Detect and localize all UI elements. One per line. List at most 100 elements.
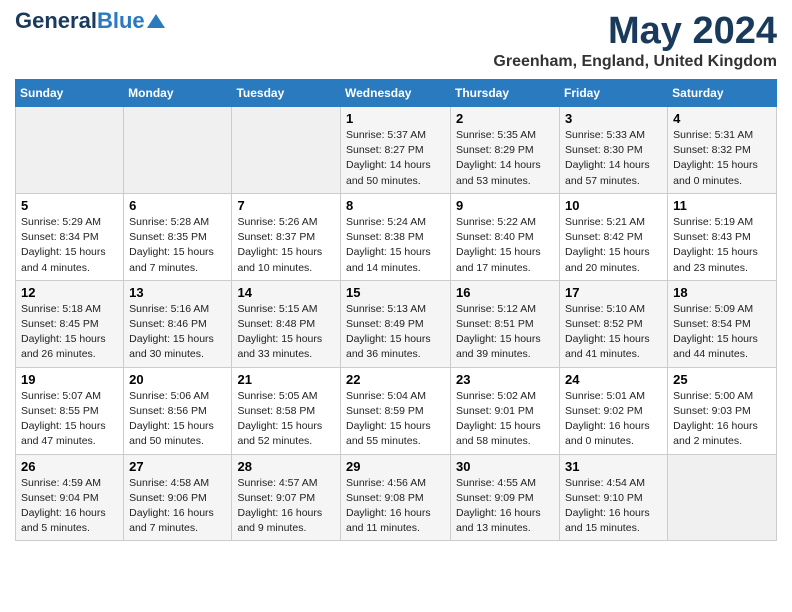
day-number: 18	[673, 285, 771, 300]
day-number: 10	[565, 198, 662, 213]
weekday-header-thursday: Thursday	[451, 80, 560, 107]
calendar-week-row: 12 Sunrise: 5:18 AM Sunset: 8:45 PM Dayli…	[16, 280, 777, 367]
calendar-cell: 22 Sunrise: 5:04 AM Sunset: 8:59 PM Dayli…	[341, 367, 451, 454]
weekday-header-friday: Friday	[560, 80, 668, 107]
calendar-cell: 11Sunrise: 5:19 AM Sunset: 8:43 PM Dayli…	[668, 193, 777, 280]
day-number: 7	[237, 198, 335, 213]
calendar-cell: 28 Sunrise: 4:57 AM Sunset: 9:07 PM Dayli…	[232, 454, 341, 541]
calendar-week-row: 26 Sunrise: 4:59 AM Sunset: 9:04 PM Dayli…	[16, 454, 777, 541]
day-number: 1	[346, 111, 445, 126]
day-info: Sunrise: 4:57 AM Sunset: 9:07 PM Dayligh…	[237, 476, 335, 537]
calendar-cell: 15 Sunrise: 5:13 AM Sunset: 8:49 PM Dayli…	[341, 280, 451, 367]
header: GeneralBlue May 2024 Greenham, England, …	[15, 10, 777, 71]
day-number: 8	[346, 198, 445, 213]
calendar-cell: 20 Sunrise: 5:06 AM Sunset: 8:56 PM Dayli…	[124, 367, 232, 454]
day-number: 29	[346, 459, 445, 474]
day-info: Sunrise: 5:21 AM Sunset: 8:42 PM Dayligh…	[565, 215, 662, 276]
day-info: Sunrise: 4:58 AM Sunset: 9:06 PM Dayligh…	[129, 476, 226, 537]
weekday-header-wednesday: Wednesday	[341, 80, 451, 107]
calendar-cell: 16 Sunrise: 5:12 AM Sunset: 8:51 PM Dayli…	[451, 280, 560, 367]
calendar-cell: 18Sunrise: 5:09 AM Sunset: 8:54 PM Dayli…	[668, 280, 777, 367]
day-number: 15	[346, 285, 445, 300]
calendar-cell: 27Sunrise: 4:58 AM Sunset: 9:06 PM Dayli…	[124, 454, 232, 541]
calendar-week-row: 19 Sunrise: 5:07 AM Sunset: 8:55 PM Dayli…	[16, 367, 777, 454]
day-number: 9	[456, 198, 554, 213]
day-number: 23	[456, 372, 554, 387]
day-number: 21	[237, 372, 335, 387]
day-info: Sunrise: 5:26 AM Sunset: 8:37 PM Dayligh…	[237, 215, 335, 276]
logo-blue: Blue	[97, 8, 145, 33]
day-number: 12	[21, 285, 118, 300]
calendar-cell	[232, 107, 341, 194]
day-info: Sunrise: 5:16 AM Sunset: 8:46 PM Dayligh…	[129, 302, 226, 363]
calendar-cell: 21Sunrise: 5:05 AM Sunset: 8:58 PM Dayli…	[232, 367, 341, 454]
day-number: 31	[565, 459, 662, 474]
calendar-cell: 6 Sunrise: 5:28 AM Sunset: 8:35 PM Daylig…	[124, 193, 232, 280]
day-number: 16	[456, 285, 554, 300]
day-info: Sunrise: 5:04 AM Sunset: 8:59 PM Dayligh…	[346, 389, 445, 450]
weekday-header-saturday: Saturday	[668, 80, 777, 107]
day-number: 22	[346, 372, 445, 387]
calendar-cell: 9 Sunrise: 5:22 AM Sunset: 8:40 PM Daylig…	[451, 193, 560, 280]
day-info: Sunrise: 5:06 AM Sunset: 8:56 PM Dayligh…	[129, 389, 226, 450]
calendar-cell: 2 Sunrise: 5:35 AM Sunset: 8:29 PM Daylig…	[451, 107, 560, 194]
day-info: Sunrise: 5:18 AM Sunset: 8:45 PM Dayligh…	[21, 302, 118, 363]
title-section: May 2024 Greenham, England, United Kingd…	[493, 10, 777, 71]
day-number: 28	[237, 459, 335, 474]
day-info: Sunrise: 5:07 AM Sunset: 8:55 PM Dayligh…	[21, 389, 118, 450]
calendar-cell: 29Sunrise: 4:56 AM Sunset: 9:08 PM Dayli…	[341, 454, 451, 541]
day-number: 2	[456, 111, 554, 126]
day-number: 13	[129, 285, 226, 300]
day-number: 6	[129, 198, 226, 213]
day-number: 30	[456, 459, 554, 474]
logo-general: General	[15, 8, 97, 33]
day-info: Sunrise: 4:54 AM Sunset: 9:10 PM Dayligh…	[565, 476, 662, 537]
day-info: Sunrise: 5:28 AM Sunset: 8:35 PM Dayligh…	[129, 215, 226, 276]
day-info: Sunrise: 5:10 AM Sunset: 8:52 PM Dayligh…	[565, 302, 662, 363]
day-number: 4	[673, 111, 771, 126]
calendar-cell: 31 Sunrise: 4:54 AM Sunset: 9:10 PM Dayli…	[560, 454, 668, 541]
calendar-cell: 4 Sunrise: 5:31 AM Sunset: 8:32 PM Daylig…	[668, 107, 777, 194]
calendar-cell: 12 Sunrise: 5:18 AM Sunset: 8:45 PM Dayli…	[16, 280, 124, 367]
day-info: Sunrise: 5:29 AM Sunset: 8:34 PM Dayligh…	[21, 215, 118, 276]
calendar-cell: 10 Sunrise: 5:21 AM Sunset: 8:42 PM Dayli…	[560, 193, 668, 280]
day-info: Sunrise: 5:15 AM Sunset: 8:48 PM Dayligh…	[237, 302, 335, 363]
logo: GeneralBlue	[15, 10, 165, 32]
calendar-week-row: 5Sunrise: 5:29 AM Sunset: 8:34 PM Daylig…	[16, 193, 777, 280]
day-number: 19	[21, 372, 118, 387]
calendar-cell	[124, 107, 232, 194]
day-info: Sunrise: 5:37 AM Sunset: 8:27 PM Dayligh…	[346, 128, 445, 189]
day-info: Sunrise: 5:35 AM Sunset: 8:29 PM Dayligh…	[456, 128, 554, 189]
logo-icon	[147, 14, 165, 28]
day-info: Sunrise: 5:01 AM Sunset: 9:02 PM Dayligh…	[565, 389, 662, 450]
day-info: Sunrise: 5:31 AM Sunset: 8:32 PM Dayligh…	[673, 128, 771, 189]
calendar-cell: 17Sunrise: 5:10 AM Sunset: 8:52 PM Dayli…	[560, 280, 668, 367]
location-title: Greenham, England, United Kingdom	[493, 53, 777, 71]
calendar-cell: 14 Sunrise: 5:15 AM Sunset: 8:48 PM Dayli…	[232, 280, 341, 367]
day-info: Sunrise: 4:55 AM Sunset: 9:09 PM Dayligh…	[456, 476, 554, 537]
day-number: 14	[237, 285, 335, 300]
calendar-cell: 24 Sunrise: 5:01 AM Sunset: 9:02 PM Dayli…	[560, 367, 668, 454]
day-info: Sunrise: 4:59 AM Sunset: 9:04 PM Dayligh…	[21, 476, 118, 537]
day-number: 11	[673, 198, 771, 213]
day-info: Sunrise: 5:13 AM Sunset: 8:49 PM Dayligh…	[346, 302, 445, 363]
calendar-cell	[16, 107, 124, 194]
calendar-cell: 7 Sunrise: 5:26 AM Sunset: 8:37 PM Daylig…	[232, 193, 341, 280]
day-number: 26	[21, 459, 118, 474]
weekday-header-tuesday: Tuesday	[232, 80, 341, 107]
day-info: Sunrise: 5:02 AM Sunset: 9:01 PM Dayligh…	[456, 389, 554, 450]
calendar-table: SundayMondayTuesdayWednesdayThursdayFrid…	[15, 79, 777, 541]
day-number: 24	[565, 372, 662, 387]
day-info: Sunrise: 5:22 AM Sunset: 8:40 PM Dayligh…	[456, 215, 554, 276]
calendar-cell: 8Sunrise: 5:24 AM Sunset: 8:38 PM Daylig…	[341, 193, 451, 280]
calendar-cell: 26 Sunrise: 4:59 AM Sunset: 9:04 PM Dayli…	[16, 454, 124, 541]
calendar-cell: 19 Sunrise: 5:07 AM Sunset: 8:55 PM Dayli…	[16, 367, 124, 454]
calendar-cell: 30 Sunrise: 4:55 AM Sunset: 9:09 PM Dayli…	[451, 454, 560, 541]
day-info: Sunrise: 5:12 AM Sunset: 8:51 PM Dayligh…	[456, 302, 554, 363]
day-number: 20	[129, 372, 226, 387]
day-number: 25	[673, 372, 771, 387]
calendar-week-row: 1 Sunrise: 5:37 AM Sunset: 8:27 PM Daylig…	[16, 107, 777, 194]
month-title: May 2024	[493, 10, 777, 53]
day-number: 3	[565, 111, 662, 126]
weekday-header-monday: Monday	[124, 80, 232, 107]
